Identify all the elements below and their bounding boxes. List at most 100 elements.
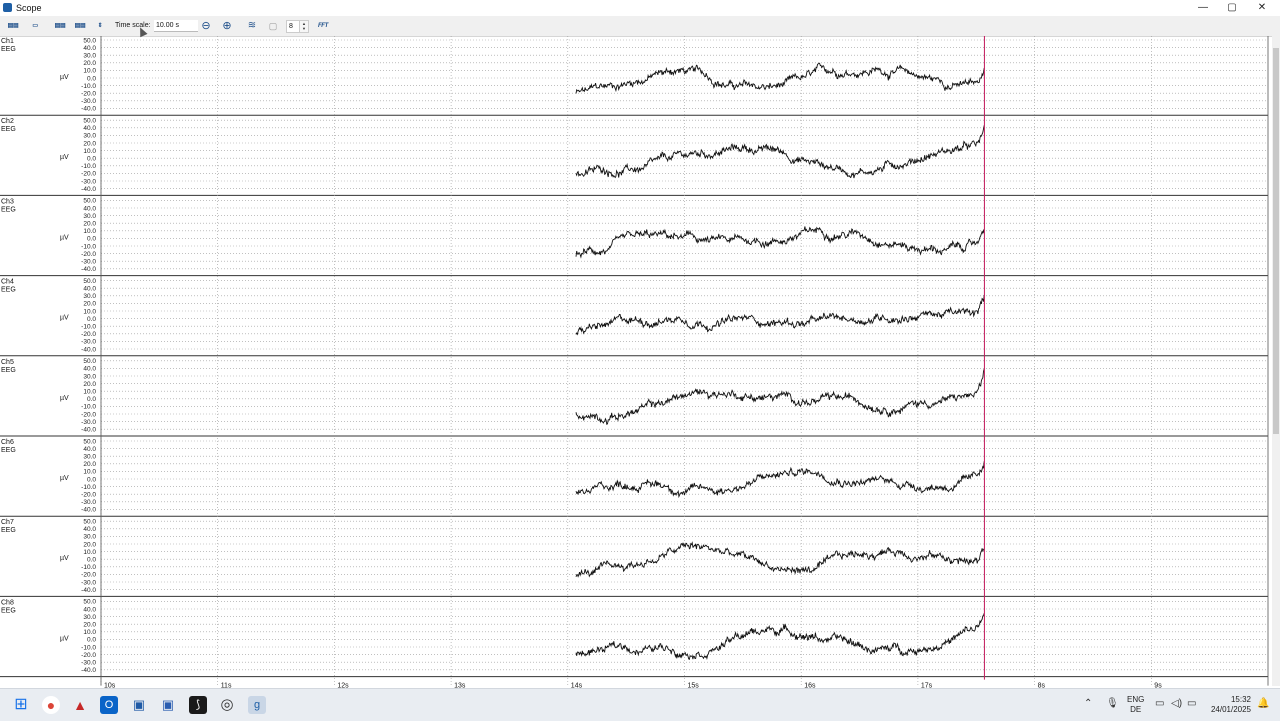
- y-tick-label: -40.0: [81, 507, 96, 514]
- scale-up-icon[interactable]: ▤▤: [53, 19, 67, 33]
- y-tick-label: -40.0: [81, 186, 96, 193]
- eeg-trace: [575, 368, 985, 426]
- scrollbar-thumb[interactable]: [1273, 48, 1279, 434]
- y-tick-label: -10.0: [81, 243, 96, 250]
- terminal-icon[interactable]: ⟆: [189, 696, 207, 714]
- scale-down-icon[interactable]: ▤▤: [73, 19, 87, 33]
- start-icon[interactable]: ⊞: [12, 696, 30, 714]
- y-tick-label: -10.0: [81, 83, 96, 90]
- y-tick-label: 10.0: [83, 68, 96, 75]
- notification-icon[interactable]: 🔔: [1257, 698, 1269, 709]
- channel-name-label: Ch8: [1, 599, 14, 606]
- maximize-button[interactable]: ▢: [1219, 1, 1245, 14]
- scope-app-icon: [3, 3, 12, 12]
- y-tick-label: 30.0: [83, 293, 96, 300]
- y-tick-label: 20.0: [83, 140, 96, 147]
- battery-icon[interactable]: ▭: [1187, 698, 1196, 709]
- autoscale-icon[interactable]: ⇕: [93, 19, 107, 33]
- y-tick-label: 50.0: [83, 519, 96, 526]
- channel-unit-label: µV: [60, 315, 69, 322]
- language-indicator[interactable]: ENG DE: [1127, 695, 1144, 715]
- region-code: DE: [1130, 705, 1142, 714]
- channel-type-label: EEG: [1, 126, 16, 133]
- microphone-icon[interactable]: 🎙: [1106, 698, 1119, 709]
- channel-type-label: EEG: [1, 367, 16, 374]
- filter-icon[interactable]: ≋: [245, 19, 259, 33]
- y-tick-label: -30.0: [81, 178, 96, 185]
- y-tick-label: 0.0: [87, 557, 96, 564]
- y-tick-label: -20.0: [81, 411, 96, 418]
- y-tick-label: 20.0: [83, 60, 96, 67]
- y-tick-label: 10.0: [83, 629, 96, 636]
- volume-icon[interactable]: ◁): [1171, 698, 1182, 709]
- y-tick-label: 40.0: [83, 125, 96, 132]
- recorder-icon[interactable]: ◎: [218, 696, 236, 714]
- tray-overflow-icon[interactable]: ⌃: [1084, 698, 1092, 709]
- y-tick-label: -40.0: [81, 346, 96, 353]
- y-tick-label: 30.0: [83, 213, 96, 220]
- y-tick-label: 10.0: [83, 549, 96, 556]
- eeg-trace: [575, 613, 985, 661]
- channel-unit-label: µV: [60, 475, 69, 482]
- pdf-icon[interactable]: ▲: [71, 696, 89, 714]
- camera-icon[interactable]: ▣: [130, 696, 148, 714]
- channel-count-spinner[interactable]: ▲ ▼: [299, 20, 309, 33]
- y-tick-label: 10.0: [83, 148, 96, 155]
- y-tick-label: -30.0: [81, 339, 96, 346]
- y-tick-label: 20.0: [83, 461, 96, 468]
- close-button[interactable]: ✕: [1249, 1, 1275, 14]
- y-tick-label: -20.0: [81, 331, 96, 338]
- y-tick-label: 0.0: [87, 396, 96, 403]
- channel-name-label: Ch7: [1, 519, 14, 526]
- y-tick-label: 40.0: [83, 526, 96, 533]
- y-tick-label: 50.0: [83, 438, 96, 445]
- y-tick-label: -10.0: [81, 163, 96, 170]
- teams-icon[interactable]: ▣: [159, 696, 177, 714]
- eeg-trace: [575, 461, 985, 499]
- y-tick-label: 0.0: [87, 236, 96, 243]
- taskbar: ⊞ ● ▲ O ▣ ▣ ⟆ ◎ g ⌃ 🎙 ENG DE ▭ ◁) ▭ 15:3…: [0, 688, 1280, 721]
- y-tick-label: -30.0: [81, 499, 96, 506]
- minimize-button[interactable]: —: [1190, 1, 1216, 14]
- display-mode-icon[interactable]: ▭: [28, 19, 42, 33]
- time-scale-input[interactable]: 10.00 s: [154, 20, 198, 32]
- y-tick-label: -30.0: [81, 660, 96, 667]
- channel-count-input[interactable]: 8: [286, 20, 300, 33]
- channel-name-label: Ch5: [1, 359, 14, 366]
- y-tick-label: 20.0: [83, 541, 96, 548]
- y-tick-label: 50.0: [83, 358, 96, 365]
- clock[interactable]: 15:32 24/01/2025: [1205, 695, 1251, 715]
- y-tick-label: -20.0: [81, 652, 96, 659]
- network-icon[interactable]: ▭: [1155, 698, 1164, 709]
- eeg-trace: [575, 62, 985, 94]
- y-tick-label: 10.0: [83, 308, 96, 315]
- chrome-icon[interactable]: ●: [42, 696, 60, 714]
- start-stop-icon[interactable]: ▤▤: [6, 19, 20, 33]
- y-tick-label: 20.0: [83, 622, 96, 629]
- channel-unit-label: µV: [60, 154, 69, 161]
- zoom-in-icon[interactable]: ⊕: [220, 19, 234, 33]
- channel-name-label: Ch2: [1, 118, 14, 125]
- y-tick-label: -30.0: [81, 259, 96, 266]
- channel-name-label: Ch6: [1, 439, 14, 446]
- y-tick-label: 0.0: [87, 75, 96, 82]
- channel-type-label: EEG: [1, 206, 16, 213]
- y-tick-label: 50.0: [83, 198, 96, 205]
- channel-name-label: Ch4: [1, 279, 14, 286]
- title-bar: Scope — ▢ ✕: [0, 0, 1280, 16]
- y-tick-label: -10.0: [81, 324, 96, 331]
- y-tick-label: 10.0: [83, 389, 96, 396]
- y-tick-label: -20.0: [81, 492, 96, 499]
- eeg-trace: [575, 125, 985, 179]
- y-tick-label: -30.0: [81, 579, 96, 586]
- overlay-icon[interactable]: ▢: [266, 19, 280, 33]
- eeg-trace: [575, 294, 985, 336]
- fft-button[interactable]: FFT: [316, 19, 330, 33]
- y-tick-label: 50.0: [83, 118, 96, 125]
- zoom-out-icon[interactable]: ⊖: [199, 19, 213, 33]
- y-tick-label: 0.0: [87, 637, 96, 644]
- y-tick-label: -30.0: [81, 98, 96, 105]
- g-app-icon[interactable]: g: [248, 696, 266, 714]
- outlook-icon[interactable]: O: [100, 696, 118, 714]
- y-tick-label: 40.0: [83, 366, 96, 373]
